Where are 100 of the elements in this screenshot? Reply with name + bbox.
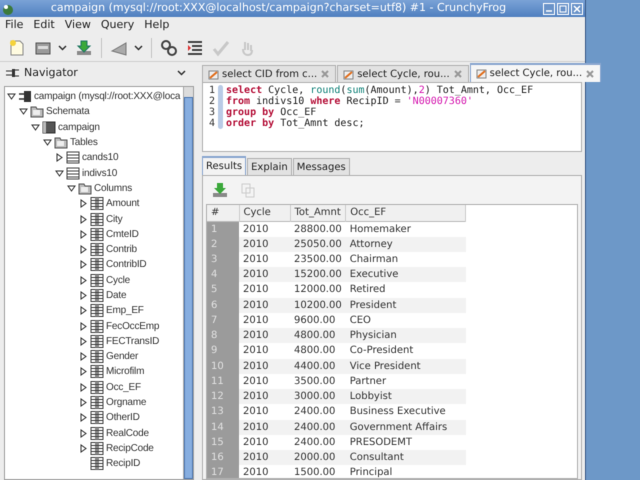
tree-item[interactable]: cands10	[82, 150, 118, 166]
tree-item[interactable]: Date	[106, 288, 126, 303]
editor-tab[interactable]: select CID from c...	[202, 65, 336, 82]
result-toolbar-button[interactable]	[212, 182, 228, 198]
collapsed-arrow-icon[interactable]	[80, 230, 87, 239]
tree-item[interactable]: FecOccEmp	[106, 318, 160, 334]
expanded-arrow-icon[interactable]	[43, 139, 52, 146]
scrollbar[interactable]	[183, 87, 193, 479]
tree-item[interactable]: ContribID	[106, 257, 146, 272]
table-cell: 4800.00	[290, 343, 346, 358]
close-icon[interactable]	[585, 68, 596, 78]
tree-item[interactable]: Amount	[106, 196, 140, 212]
row-number: 7	[207, 312, 239, 328]
tree-item[interactable]: Orgname	[106, 395, 146, 410]
collapsed-arrow-icon[interactable]	[80, 214, 87, 224]
row-number: 5	[207, 282, 239, 298]
download-icon	[212, 182, 228, 198]
collapsed-arrow-icon[interactable]	[80, 382, 87, 392]
collapsed-arrow-icon[interactable]	[80, 428, 87, 438]
row-number: 3	[207, 252, 239, 267]
row-number: 11	[207, 374, 239, 389]
window-title: campaign (mysql://root:XXX@localhost/campaign?charset=utf8) #1 - CrunchyFrog	[50, 0, 508, 16]
toolbar-button[interactable]	[75, 38, 93, 56]
column-icon	[90, 365, 104, 378]
maximize-button[interactable]	[557, 2, 569, 14]
collapsed-arrow-icon[interactable]	[80, 322, 87, 331]
sql-editor[interactable]: 1 2 3 4 select Cycle, round(sum(Amount),2) Tot_Amnt, Occ_EF from indivs10 where RecipID = 'N00007360' group by Occ_EF order by Tot_Amnt desc;	[202, 82, 582, 152]
tree-item[interactable]: CmteID	[106, 226, 139, 242]
tree-item[interactable]: Occ_EF	[106, 380, 141, 395]
tree-item[interactable]: RecipCode	[106, 440, 154, 456]
table-cell: 2010	[239, 343, 290, 358]
tree-item[interactable]: Columns	[94, 180, 132, 196]
menu-item[interactable]: Edit	[33, 17, 55, 34]
table-cell: 3500.00	[290, 374, 346, 389]
row-number: 10	[207, 358, 239, 374]
table-cell: 2400.00	[290, 420, 346, 435]
menu-item[interactable]: File	[5, 17, 24, 34]
expanded-arrow-icon[interactable]	[67, 184, 76, 192]
tree-item[interactable]: Tables	[70, 135, 98, 150]
tree-item[interactable]: RecipID	[106, 456, 140, 472]
menu-item[interactable]: Query	[100, 17, 134, 34]
tree-item[interactable]: Emp_EF	[106, 303, 144, 318]
tree-item[interactable]: City	[106, 212, 122, 227]
collapsed-arrow-icon[interactable]	[80, 199, 87, 208]
code-line: select Cycle, round(sum(Amount),2) Tot_Amnt, Occ_EF	[226, 85, 534, 96]
result-tab[interactable]: Explain	[247, 158, 292, 175]
column-header[interactable]: #	[207, 205, 239, 221]
minimize-button[interactable]	[543, 2, 555, 14]
tree-item[interactable]: Microfilm	[106, 364, 144, 380]
column-header[interactable]: Occ_EF	[346, 205, 466, 221]
collapsed-arrow-icon[interactable]	[80, 260, 87, 270]
table-cell: 2010	[239, 267, 290, 282]
tree-item[interactable]: Schemata	[46, 104, 90, 120]
collapsed-arrow-icon[interactable]	[80, 306, 87, 316]
result-tab[interactable]: Results	[202, 156, 246, 175]
close-button[interactable]	[571, 2, 583, 14]
expanded-arrow-icon[interactable]	[19, 108, 28, 116]
menu-item[interactable]: Help	[144, 17, 170, 34]
row-number: 9	[207, 343, 239, 358]
column-header[interactable]: Cycle	[239, 205, 290, 221]
collapsed-arrow-icon[interactable]	[80, 245, 87, 254]
table-cell: 2010	[239, 282, 290, 298]
table-cell: 25050.00	[290, 236, 346, 252]
editor-tab[interactable]: select Cycle, rou...	[337, 65, 469, 82]
result-tab[interactable]: Messages	[292, 158, 350, 175]
collapsed-arrow-icon[interactable]	[80, 444, 87, 453]
line-number: 1	[208, 85, 215, 96]
tree-item[interactable]: indivs10	[82, 166, 118, 181]
tree-item[interactable]: Gender	[106, 349, 138, 364]
editor-tab[interactable]: select Cycle, rou...	[470, 63, 602, 82]
expanded-arrow-icon[interactable]	[55, 170, 64, 177]
tree-item[interactable]: FECTransID	[106, 334, 160, 349]
query-icon	[476, 68, 487, 79]
tree-item[interactable]: campaign (mysql://root:XXX@loca	[34, 89, 180, 104]
column-header[interactable]: Tot_Amnt	[290, 205, 346, 221]
column-icon	[90, 304, 104, 318]
row-number: 13	[207, 404, 239, 420]
row-number: 4	[207, 267, 239, 282]
collapsed-arrow-icon[interactable]	[80, 398, 87, 408]
tree-item[interactable]: Contrib	[106, 242, 137, 258]
toolbar-button[interactable]	[186, 38, 204, 56]
expanded-arrow-icon[interactable]	[31, 124, 40, 131]
table-cell: 2010	[239, 252, 290, 267]
column-icon	[90, 380, 104, 394]
table-cell: 28800.00	[290, 221, 346, 236]
collapsed-arrow-icon[interactable]	[80, 367, 87, 376]
tree-item[interactable]: OtherID	[106, 410, 140, 426]
collapsed-arrow-icon[interactable]	[80, 413, 87, 422]
collapsed-arrow-icon[interactable]	[80, 291, 87, 300]
tree-item[interactable]: RealCode	[106, 426, 149, 441]
collapsed-arrow-icon[interactable]	[80, 352, 87, 362]
tree-item[interactable]: campaign	[58, 120, 100, 135]
menu-item[interactable]: View	[64, 17, 91, 34]
expanded-arrow-icon[interactable]	[7, 93, 16, 100]
table-cell: Partner	[346, 374, 466, 389]
column-icon	[90, 197, 104, 210]
collapsed-arrow-icon[interactable]	[80, 336, 87, 346]
tree-item[interactable]: Cycle	[106, 272, 130, 288]
collapsed-arrow-icon[interactable]	[56, 153, 63, 162]
collapsed-arrow-icon[interactable]	[80, 276, 87, 285]
